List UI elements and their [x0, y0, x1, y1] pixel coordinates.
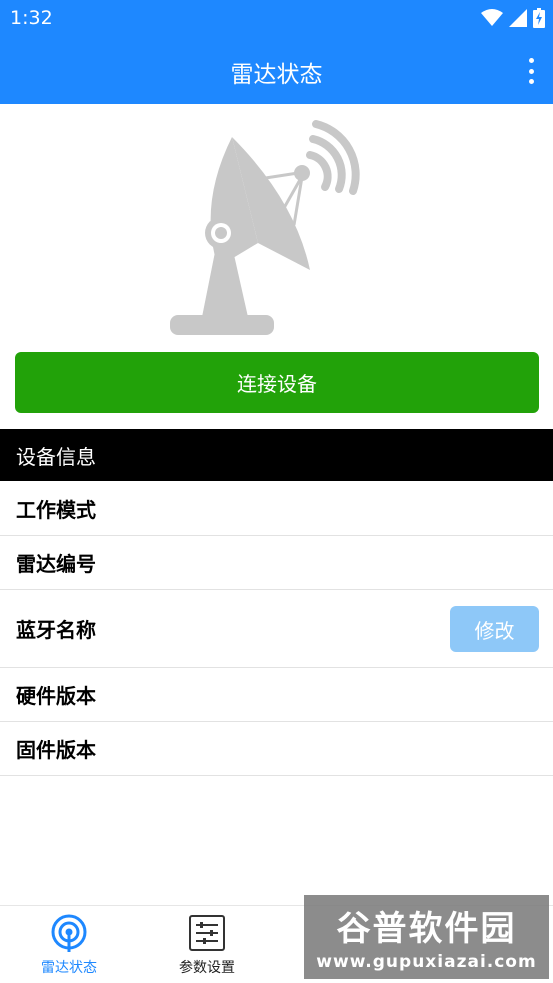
section-header: 设备信息	[0, 429, 553, 481]
info-row-firmware-version: 固件版本	[0, 722, 553, 776]
nav-item-label: 雷达状态	[41, 960, 97, 976]
info-row-radar-id: 雷达编号	[0, 536, 553, 590]
radar-signal-icon	[51, 914, 87, 952]
info-row-label: 雷达编号	[16, 552, 96, 576]
cell-signal-icon	[509, 9, 527, 27]
sliders-icon	[189, 915, 225, 951]
status-time: 1:32	[10, 7, 53, 29]
nav-item-parameter-settings[interactable]: 参数设置	[138, 906, 276, 983]
status-icons	[481, 8, 545, 28]
info-row-label: 工作模式	[16, 498, 96, 522]
watermark: 谷普软件园 www.gupuxiazai.com	[304, 895, 549, 979]
info-row-hardware-version: 硬件版本	[0, 668, 553, 722]
status-bar: 1:32	[0, 0, 553, 38]
info-row-label: 硬件版本	[16, 684, 96, 708]
info-row-bluetooth-name: 蓝牙名称 修改	[0, 590, 553, 668]
watermark-text: 谷普软件园	[336, 909, 517, 949]
radar-dish-icon	[170, 120, 360, 335]
connect-device-button[interactable]: 连接设备	[15, 352, 539, 413]
info-row-label: 固件版本	[16, 738, 96, 762]
nav-item-radar-status[interactable]: 雷达状态	[0, 906, 138, 983]
overflow-menu-icon[interactable]	[519, 56, 543, 86]
edit-bluetooth-name-button[interactable]: 修改	[450, 606, 539, 652]
nav-item-label: 参数设置	[179, 960, 235, 976]
wifi-icon	[481, 9, 503, 26]
info-row-label: 蓝牙名称	[16, 618, 96, 642]
page-title: 雷达状态	[230, 62, 323, 88]
app-bar: 雷达状态	[0, 38, 553, 104]
info-row-work-mode: 工作模式	[0, 482, 553, 536]
battery-charging-icon	[533, 8, 545, 28]
watermark-url: www.gupuxiazai.com	[316, 952, 537, 972]
